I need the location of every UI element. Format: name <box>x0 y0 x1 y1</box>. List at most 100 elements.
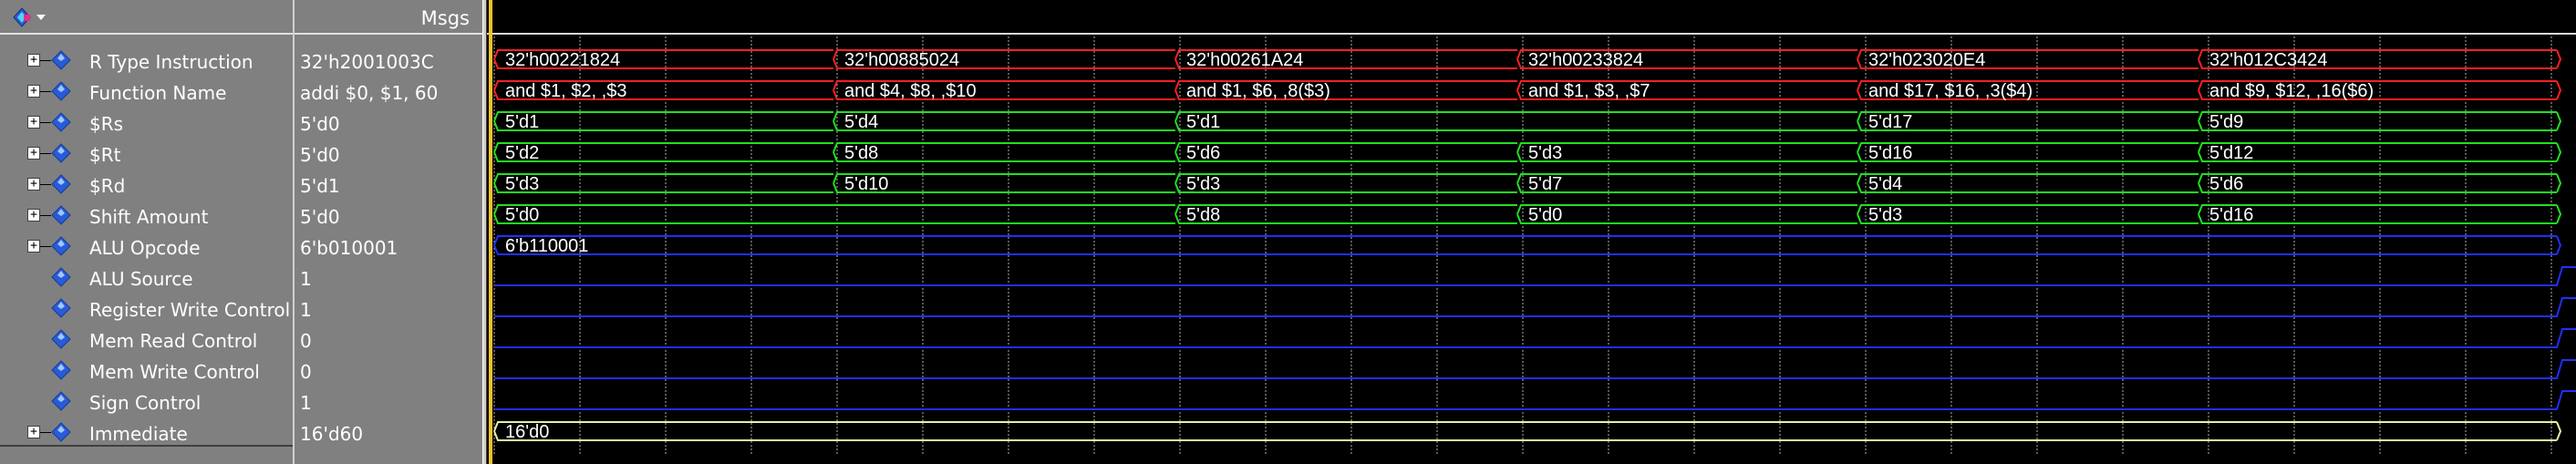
signal-value-row[interactable]: 1 <box>295 387 482 418</box>
bus-value-label: 5'd7 <box>1528 174 1562 194</box>
signal-value-row[interactable]: addi $0, $1, 60 <box>295 77 482 108</box>
bus-value-label: 32'h00233824 <box>1528 50 1643 70</box>
bus-value-label: 5'd3 <box>1528 143 1562 163</box>
tree-connector <box>40 246 51 247</box>
bus-value-label: 5'd6 <box>1186 143 1220 163</box>
signal-value: 1 <box>300 392 312 414</box>
expand-icon[interactable]: + <box>27 426 40 438</box>
bus-waveform[interactable] <box>493 173 2562 193</box>
signal-row-sign-control[interactable]: Sign Control <box>0 387 293 418</box>
signal-value-row[interactable]: 6'b010001 <box>295 232 482 263</box>
signal-value-row[interactable]: 0 <box>295 325 482 356</box>
signal-row-mem-write-control[interactable]: Mem Write Control <box>0 356 293 387</box>
signal-value: 5'd0 <box>300 144 340 166</box>
tree-connector <box>40 122 51 123</box>
signal-value-row[interactable]: 5'd0 <box>295 108 482 139</box>
signal-name: $Rs <box>89 113 124 135</box>
wave-toolbar-icon[interactable] <box>13 7 49 27</box>
signal-value-row[interactable]: 32'h2001003C <box>295 46 482 77</box>
bus-value-label: 16'd0 <box>505 422 549 442</box>
wave-window: + R Type Instruction + Function Name + $Rs + $R… <box>0 0 2576 464</box>
bus-waveform[interactable] <box>493 421 2562 441</box>
signal-row-alu-opcode[interactable]: + ALU Opcode <box>0 232 293 263</box>
signal-diamond-icon <box>51 360 71 380</box>
bus-value-label: 5'd3 <box>1868 205 1902 225</box>
signal-diamond-icon <box>51 391 71 411</box>
bus-value-label: and $9, $12, ,16($6) <box>2209 81 2374 101</box>
tree-connector <box>40 184 51 185</box>
bus-value-label: 32'h012C3424 <box>2209 50 2328 70</box>
waveform-pane[interactable]: 32'h00221824 32'h00885024 32'h00261A24 32'h… <box>487 0 2576 464</box>
signal-value-row[interactable]: 5'd0 <box>295 139 482 170</box>
bus-value-label: 5'd17 <box>1868 112 1912 132</box>
signal-value-row[interactable]: 16'd60 <box>295 418 482 449</box>
signal-name: Mem Read Control <box>89 330 258 352</box>
bus-value-label: 6'b110001 <box>505 236 588 256</box>
signal-diamond-icon <box>51 267 71 287</box>
expand-icon[interactable]: + <box>27 147 40 160</box>
signal-value: 32'h2001003C <box>300 51 434 73</box>
bus-value-label: 5'd1 <box>1186 112 1220 132</box>
signal-diamond-icon <box>51 236 71 256</box>
bus-value-label: 32'h023020E4 <box>1868 50 1985 70</box>
bit-waveform[interactable] <box>494 328 2576 348</box>
signal-row-rt[interactable]: + $Rt <box>0 139 293 170</box>
bus-waveform[interactable] <box>493 111 2562 131</box>
time-cursor[interactable] <box>489 0 492 464</box>
bus-value-label: and $1, $3, ,$7 <box>1528 81 1650 101</box>
bus-waveform[interactable] <box>493 235 2562 255</box>
signal-name: Function Name <box>89 82 227 104</box>
bit-waveform[interactable] <box>494 266 2576 286</box>
names-header <box>0 0 293 35</box>
bus-value-label: 5'd10 <box>844 174 888 194</box>
bus-value-label: 5'd0 <box>1528 205 1562 225</box>
signal-value: 0 <box>300 361 312 383</box>
signal-value-row[interactable]: 5'd0 <box>295 201 482 232</box>
signal-values-pane: Msgs 32'h2001003C addi $0, $1, 60 5'd0 5'd0… <box>295 0 482 464</box>
signal-name: ALU Opcode <box>89 237 201 259</box>
expand-icon[interactable]: + <box>27 116 40 129</box>
expand-icon[interactable]: + <box>27 85 40 98</box>
signal-value-row[interactable]: 5'd1 <box>295 170 482 201</box>
signal-name: Mem Write Control <box>89 361 260 383</box>
signal-value: 5'd1 <box>300 175 340 197</box>
bus-value-label: 5'd1 <box>505 112 539 132</box>
signal-diamond-icon <box>51 205 71 225</box>
signal-row-function-name[interactable]: + Function Name <box>0 77 293 108</box>
signal-row-rs[interactable]: + $Rs <box>0 108 293 139</box>
signal-row-rd[interactable]: + $Rd <box>0 170 293 201</box>
bus-value-label: 32'h00261A24 <box>1186 50 1303 70</box>
signal-diamond-icon <box>51 143 71 163</box>
signal-value-row[interactable]: 0 <box>295 356 482 387</box>
signal-value: 1 <box>300 268 312 290</box>
bit-waveform[interactable] <box>494 390 2576 410</box>
signal-row-r-type-instruction[interactable]: + R Type Instruction <box>0 46 293 77</box>
signal-value-row[interactable]: 1 <box>295 263 482 294</box>
bit-waveform[interactable] <box>494 297 2576 317</box>
signal-value-row[interactable]: 1 <box>295 294 482 325</box>
bus-value-label: 5'd3 <box>505 174 539 194</box>
expand-icon[interactable]: + <box>27 240 40 253</box>
tree-connector <box>40 432 51 433</box>
tree-connector <box>40 153 51 154</box>
signal-row-shift-amount[interactable]: + Shift Amount <box>0 201 293 232</box>
bus-value-label: 5'd12 <box>2209 143 2253 163</box>
expand-icon[interactable]: + <box>27 209 40 222</box>
signal-name: R Type Instruction <box>89 51 253 73</box>
bus-value-label: and $4, $8, ,$10 <box>844 81 977 101</box>
signal-diamond-icon <box>51 298 71 318</box>
signal-row-immediate[interactable]: + Immediate <box>0 418 293 449</box>
tree-connector <box>40 91 51 92</box>
bus-value-label: 5'd4 <box>844 112 878 132</box>
signal-row-mem-read-control[interactable]: Mem Read Control <box>0 325 293 356</box>
bit-waveform[interactable] <box>494 359 2576 379</box>
signal-diamond-icon <box>51 81 71 101</box>
bus-value-label: 5'd4 <box>1868 174 1902 194</box>
expand-icon[interactable]: + <box>27 178 40 191</box>
signal-row-alu-source[interactable]: ALU Source <box>0 263 293 294</box>
bus-value-label: 5'd8 <box>1186 205 1220 225</box>
bus-value-label: 5'd8 <box>844 143 878 163</box>
expand-icon[interactable]: + <box>27 54 40 67</box>
signal-row-register-write-control[interactable]: Register Write Control <box>0 294 293 325</box>
waveform-canvas[interactable]: 32'h00221824 32'h00885024 32'h00261A24 32'h… <box>487 0 2576 464</box>
